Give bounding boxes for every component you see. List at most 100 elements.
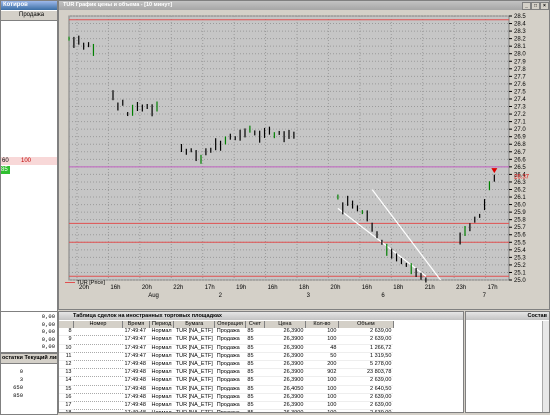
table-cell: TUR [NA_ETF] (173, 385, 215, 394)
table-cell: 12 (59, 360, 74, 370)
table-cell: 2 639,00 (338, 401, 394, 411)
limits-titlebar[interactable]: остатки Текущий лими (1, 354, 57, 364)
table-cell: TUR [NA_ETF] (173, 401, 215, 411)
table-cell: 17:49:47 (122, 328, 150, 337)
table-cell: Нормал (149, 376, 174, 386)
composition-titlebar[interactable]: Состав (466, 312, 549, 320)
table-cell: Продажа (214, 360, 246, 370)
y-tick-label: 26.7 (514, 150, 526, 156)
table-cell: 17:49:47 (122, 335, 150, 345)
quote-row[interactable]: 60 100 (1, 157, 57, 165)
x-tick-label: 17h (205, 285, 215, 291)
y-tick-label: 26.1 (514, 195, 526, 201)
sell-column-header[interactable]: Продажа (19, 12, 44, 18)
table-cell (73, 335, 123, 345)
minimize-icon[interactable]: _ (522, 2, 531, 10)
y-tick-label: 26.3 (514, 180, 526, 186)
deals-titlebar[interactable]: Таблица сделок на иностранных торговых п… (59, 312, 463, 320)
table-cell: 100 (305, 401, 339, 411)
table-cell: 85 (245, 344, 265, 353)
table-cell (73, 393, 123, 403)
y-tick-label: 28.2 (514, 37, 526, 43)
table-row[interactable]: 17 17:49:48 Нормал TUR [NA_ETF] Продажа 85 26,… (59, 401, 394, 411)
table-row[interactable]: 16 17:49:48 Нормал TUR [NA_ETF] Продажа 85 26,… (59, 393, 394, 403)
table-row[interactable]: 10 17:49:47 Нормал TUR [NA_ETF] Продажа 85 26,… (59, 344, 394, 353)
x-date-label: 6 (381, 293, 385, 299)
col-header[interactable] (59, 321, 74, 329)
table-row[interactable]: 8 17:49:47 Нормал TUR [NA_ETF] Продажа 85 26,3… (59, 328, 394, 337)
y-tick-label: 25.8 (514, 218, 526, 224)
maximize-icon[interactable]: □ (531, 2, 540, 10)
table-row[interactable]: 15 17:49:48 Нормал TUR [NA_ETF] Продажа 85 26,… (59, 385, 394, 394)
chart-legend: TUR [Price] (65, 280, 105, 286)
table-cell (73, 328, 123, 337)
y-tick-label: 27.3 (514, 105, 526, 111)
table-cell: 17:49:48 (122, 393, 150, 403)
y-tick-label: 25.4 (514, 248, 526, 254)
col-header[interactable]: Номер (73, 321, 123, 329)
x-tick-label: 16h (110, 285, 120, 291)
table-cell: 23 803,78 (338, 368, 394, 378)
table-cell: Нормал (149, 393, 174, 403)
table-row[interactable]: 11 17:49:47 Нормал TUR [NA_ETF] Продажа 85 26,… (59, 352, 394, 362)
col-header[interactable]: Период (149, 321, 175, 329)
table-cell (73, 344, 123, 353)
table-cell: 17:49:48 (122, 360, 150, 370)
table-row[interactable]: 14 17:49:48 Нормал TUR [NA_ETF] Продажа 85 26,… (59, 376, 394, 386)
close-icon[interactable]: × (540, 2, 549, 10)
y-tick-label: 27.2 (514, 112, 526, 118)
table-cell: 5 278,00 (338, 360, 394, 370)
col-header[interactable]: Счет (245, 321, 265, 329)
table-cell: 100 (305, 376, 339, 386)
x-tick-label: 20h (142, 285, 152, 291)
y-tick-label: 25.1 (514, 270, 526, 276)
col-header[interactable]: Объем (338, 321, 394, 329)
table-cell: 8 (59, 328, 74, 337)
table-cell: 85 (245, 376, 265, 386)
table-cell: 85 (245, 368, 265, 378)
y-tick-label: 26.8 (514, 142, 526, 148)
x-tick-label: 17h (488, 285, 498, 291)
table-cell: Продажа (214, 328, 246, 337)
y-tick-label: 28.4 (514, 22, 526, 28)
table-cell (73, 368, 123, 378)
quotes-header[interactable]: Продажа (1, 11, 57, 21)
chart-titlebar[interactable]: TUR График цены и объема - [10 минут] _ … (59, 1, 549, 10)
table-row[interactable]: 12 17:49:48 Нормал TUR [NA_ETF] Продажа 85 26,… (59, 360, 394, 370)
scrollbar[interactable] (542, 321, 549, 412)
x-tick-label: 18h (299, 285, 309, 291)
y-tick-label: 25.2 (514, 263, 526, 269)
y-tick-label: 27.5 (514, 89, 526, 95)
col-header[interactable]: Бумага (173, 321, 216, 329)
y-tick-label: 27.7 (514, 74, 526, 80)
table-cell: 17:49:48 (122, 385, 150, 394)
legend-label: TUR [Price] (76, 280, 105, 286)
chart-title: TUR График цены и объема - [10 минут] (63, 2, 173, 8)
x-date-label: 7 (483, 293, 487, 299)
table-cell: 13 (59, 368, 74, 378)
table-row[interactable]: 13 17:49:48 Нормал TUR [NA_ETF] Продажа 85 26,… (59, 368, 394, 378)
legend-swatch (65, 282, 75, 284)
y-tick-label: 25.3 (514, 255, 526, 261)
price-chart[interactable]: 20h 16h 20h 22h 17h 19h 16h 18h 20h 16h 18h 21h 23h 1… (59, 10, 549, 310)
col-header[interactable]: Кол-во (305, 321, 339, 329)
table-row[interactable]: 9 17:49:47 Нормал TUR [NA_ETF] Продажа 85 26,3… (59, 335, 394, 345)
table-cell: TUR [NA_ETF] (173, 360, 215, 370)
chart-window: TUR График цены и объема - [10 минут] _ … (58, 0, 550, 310)
col-header[interactable]: Цена (264, 321, 306, 329)
table-cell: 10 (59, 344, 74, 353)
table-cell: TUR [NA_ETF] (173, 335, 215, 345)
col-header[interactable]: Операция (214, 321, 246, 329)
quotes-titlebar[interactable]: Котиров (1, 1, 57, 10)
quote-cell: 60 (2, 158, 9, 164)
table-cell: 85 (245, 328, 265, 337)
y-tick-label: 28.0 (514, 52, 526, 58)
limit-value: 3 650 (13, 376, 23, 391)
y-tick-label: 25.0 (514, 278, 526, 284)
y-tick-label: 26.2 (514, 187, 526, 193)
y-tick-label: 27.6 (514, 82, 526, 88)
col-header[interactable]: Время (122, 321, 150, 329)
table-cell: Нормал (149, 328, 174, 337)
table-cell: 2 639,00 (338, 376, 394, 386)
table-cell: 26,3900 (264, 335, 306, 345)
